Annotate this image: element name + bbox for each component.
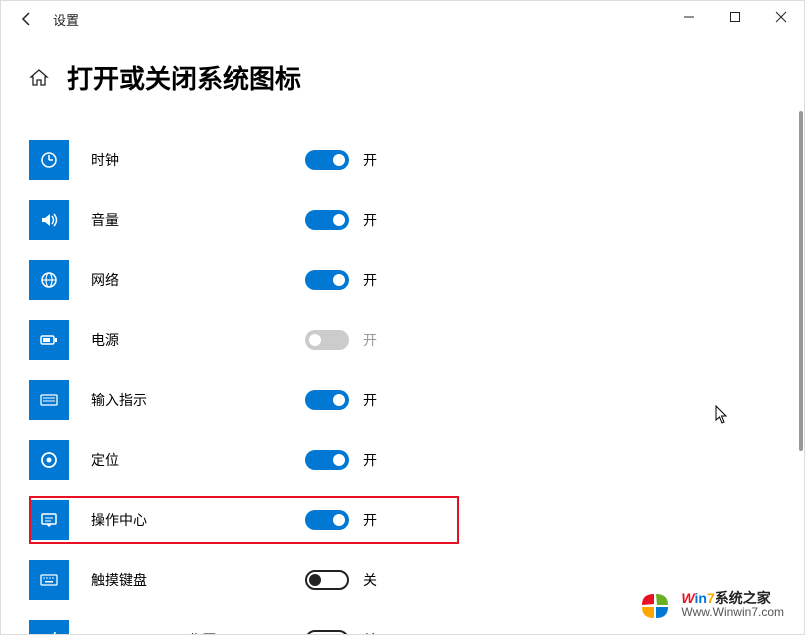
setting-row: 网络 开	[29, 250, 776, 310]
setting-label: 触摸键盘	[91, 570, 305, 590]
setting-label: Windows Ink 工作区	[91, 630, 305, 634]
toggle-switch[interactable]	[305, 270, 349, 290]
keyboard-icon	[29, 380, 69, 420]
toggle-state-label: 关	[363, 630, 377, 634]
content-area: 打开或关闭系统图标 时钟开音量开网络开电源开输入指示开定位开操作中心开触摸键盘关…	[1, 37, 804, 634]
setting-label: 网络	[91, 270, 305, 290]
watermark-url: Www.Winwin7.com	[681, 606, 784, 619]
setting-row: 输入指示 开	[29, 370, 776, 430]
setting-label: 操作中心	[91, 510, 305, 530]
setting-label: 电源	[91, 330, 305, 350]
toggle-switch[interactable]	[305, 570, 349, 590]
setting-label: 时钟	[91, 150, 305, 170]
toggle-state-label: 开	[363, 450, 377, 470]
toggle-state-label: 开	[363, 150, 377, 170]
touchkb-icon	[29, 560, 69, 600]
toggle-state-label: 开	[363, 210, 377, 230]
ink-icon	[29, 620, 69, 634]
toggle-switch	[305, 330, 349, 350]
toggle-switch[interactable]	[305, 630, 349, 634]
setting-label: 定位	[91, 450, 305, 470]
minimize-button[interactable]	[666, 1, 712, 33]
toggle-switch[interactable]	[305, 510, 349, 530]
toggle-switch[interactable]	[305, 150, 349, 170]
power-icon	[29, 320, 69, 360]
setting-row: 操作中心 开	[29, 490, 776, 550]
toggle-state-label: 开	[363, 330, 377, 350]
toggle-state-label: 开	[363, 510, 377, 530]
toggle-state-label: 开	[363, 390, 377, 410]
toggle-switch[interactable]	[305, 210, 349, 230]
toggle-state-label: 关	[363, 570, 377, 590]
volume-icon	[29, 200, 69, 240]
clock-icon	[29, 140, 69, 180]
setting-row: 电源 开	[29, 310, 776, 370]
location-icon	[29, 440, 69, 480]
setting-label: 音量	[91, 210, 305, 230]
scrollbar[interactable]	[799, 111, 803, 451]
mouse-cursor-icon	[715, 405, 729, 425]
toggle-state-label: 开	[363, 270, 377, 290]
maximize-button[interactable]	[712, 1, 758, 33]
page-title: 打开或关闭系统图标	[67, 59, 301, 96]
setting-row: 定位 开	[29, 430, 776, 490]
setting-row: 音量 开	[29, 190, 776, 250]
action-icon	[29, 500, 69, 540]
home-icon[interactable]	[29, 68, 49, 88]
toggle-switch[interactable]	[305, 450, 349, 470]
watermark: Win7系统之家 Www.Winwin7.com	[639, 588, 784, 622]
close-button[interactable]	[758, 1, 804, 33]
back-button[interactable]	[5, 1, 49, 37]
setting-label: 输入指示	[91, 390, 305, 410]
watermark-logo-icon	[639, 588, 673, 622]
network-icon	[29, 260, 69, 300]
setting-row: 时钟 开	[29, 130, 776, 190]
toggle-switch[interactable]	[305, 390, 349, 410]
window-title: 设置	[53, 10, 79, 29]
back-arrow-icon	[19, 11, 35, 27]
